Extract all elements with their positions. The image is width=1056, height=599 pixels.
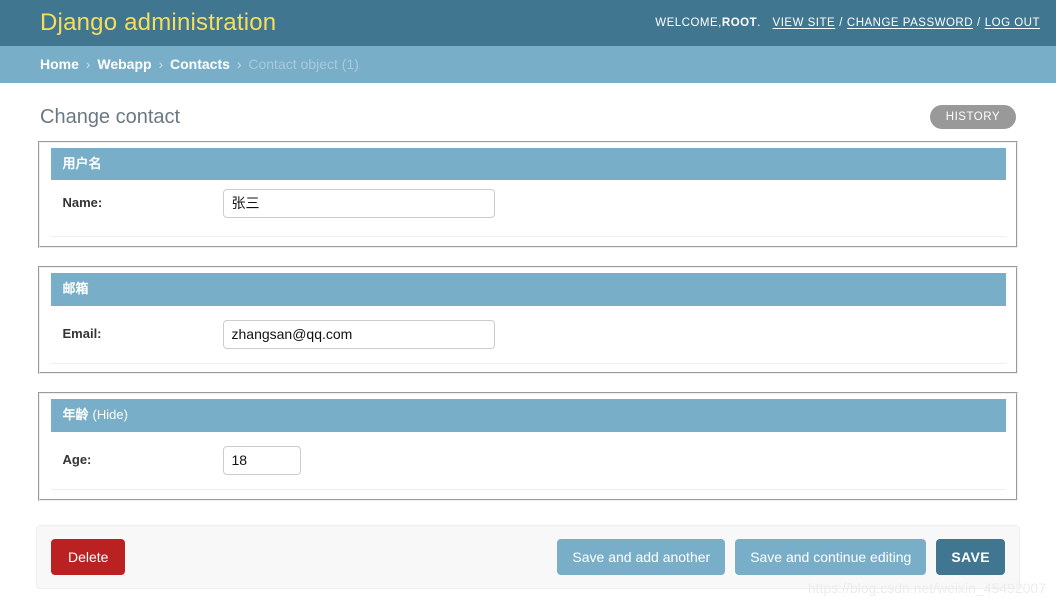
age-input[interactable]: [222, 445, 301, 475]
log-out-link[interactable]: LOG OUT: [985, 17, 1040, 29]
content-header: Change contact HISTORY: [36, 83, 1020, 141]
name-input[interactable]: [222, 189, 495, 219]
change-password-link[interactable]: CHANGE PASSWORD: [847, 17, 973, 29]
breadcrumb-item-home[interactable]: Home: [40, 56, 79, 72]
fieldset-name: 用户名 Name:: [38, 141, 1018, 249]
breadcrumb: Home › Webapp › Contacts › Contact objec…: [0, 46, 1056, 83]
fieldset-age-collapse-toggle[interactable]: (Hide): [93, 407, 128, 422]
email-field-label: Email:: [62, 325, 102, 341]
fieldset-name-legend-text: 用户名: [62, 155, 102, 171]
save-and-continue-editing-button[interactable]: [735, 538, 927, 575]
save-and-add-another-button[interactable]: [557, 538, 726, 575]
delete-button[interactable]: Delete: [51, 538, 126, 575]
email-field-box: [222, 319, 994, 349]
form-row-email: Email:: [50, 306, 1006, 364]
user-tools-separator-2: /: [977, 17, 981, 29]
name-field-box: [222, 189, 994, 219]
breadcrumb-item-current: Contact object (1): [248, 56, 359, 72]
breadcrumb-separator-2: ›: [158, 56, 164, 72]
welcome-text: WELCOME,: [655, 17, 722, 29]
breadcrumb-separator-3: ›: [236, 56, 242, 72]
fieldset-age-legend: 年龄 (Hide): [50, 399, 1006, 432]
change-contact-form: 用户名 Name: 邮箱 Email: 年龄: [36, 141, 1020, 589]
submit-row-actions: [557, 538, 1005, 575]
save-button[interactable]: [936, 538, 1005, 575]
current-username: ROOT: [721, 17, 758, 29]
view-site-link[interactable]: VIEW SITE: [773, 17, 836, 29]
breadcrumb-item-contacts[interactable]: Contacts: [170, 56, 230, 72]
branding: Django administration: [40, 11, 276, 35]
breadcrumb-item-webapp[interactable]: Webapp: [97, 56, 151, 72]
email-input[interactable]: [222, 319, 495, 349]
fieldset-age: 年龄 (Hide) Age:: [38, 392, 1018, 501]
watermark-text: https://blog.csdn.net/weixin_45492007: [807, 580, 1046, 596]
object-tools: HISTORY: [929, 105, 1016, 129]
age-field-label: Age:: [62, 451, 92, 467]
site-title: Django administration: [40, 9, 277, 36]
breadcrumb-separator-1: ›: [85, 56, 91, 72]
form-row-age: Age:: [50, 432, 1006, 490]
name-field-label: Name:: [62, 195, 103, 211]
age-field-box: [222, 445, 994, 475]
user-tools: WELCOME, ROOT. VIEW SITE / CHANGE PASSWO…: [655, 17, 1040, 29]
user-tools-separator-1: /: [839, 17, 843, 29]
user-tools-spacer: [761, 17, 773, 29]
main-content: Change contact HISTORY 用户名 Name: 邮箱 Emai: [0, 83, 1056, 589]
fieldset-email-legend-text: 邮箱: [62, 281, 89, 297]
fieldset-email: 邮箱 Email:: [38, 266, 1018, 375]
fieldset-age-legend-text: 年龄: [62, 407, 89, 423]
page-title: Change contact: [40, 106, 181, 128]
site-header: Django administration WELCOME, ROOT. VIE…: [0, 0, 1056, 46]
form-row-name: Name:: [50, 180, 1006, 238]
fieldset-name-legend: 用户名: [50, 147, 1006, 181]
fieldset-email-legend: 邮箱: [50, 273, 1006, 306]
history-button[interactable]: HISTORY: [929, 105, 1016, 129]
